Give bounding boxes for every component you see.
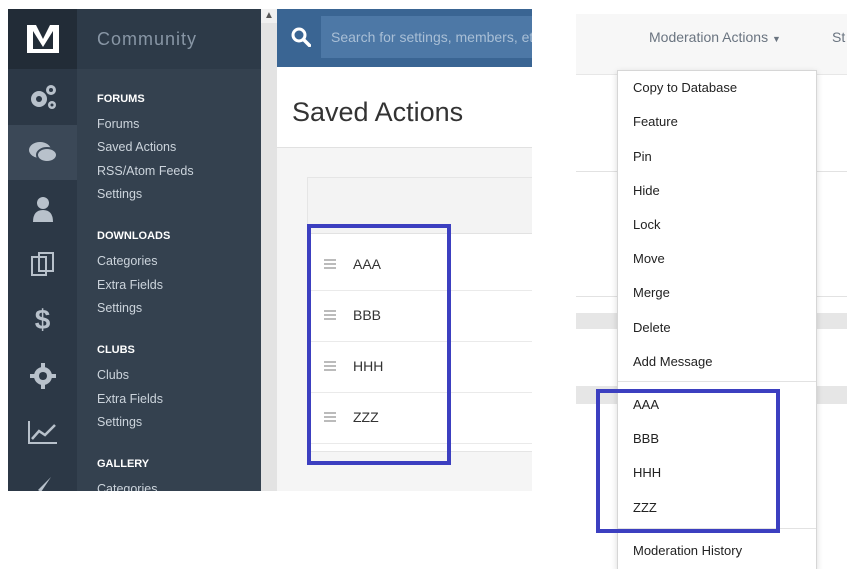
caret-down-icon: ▼: [771, 34, 781, 44]
menu-item-lock[interactable]: Lock: [633, 217, 660, 232]
section-title-forums: FORUMS: [97, 93, 145, 105]
nav-gears[interactable]: [8, 69, 77, 124]
menu-item-add-message[interactable]: Add Message: [633, 354, 713, 369]
subnav-link-gallery-categories[interactable]: Categories: [97, 482, 157, 491]
nav-system[interactable]: [8, 348, 77, 403]
topic-toolbar: Moderation Actions ▼ St: [576, 14, 847, 75]
subnav-panel: Community FORUMS Forums Saved Actions RS…: [77, 9, 261, 491]
nav-stats[interactable]: [8, 404, 77, 459]
highlight-box-saved-menu-items: [596, 389, 780, 533]
nav-content[interactable]: [8, 236, 77, 291]
icon-nav-bar: $: [8, 9, 77, 491]
subnav-link-club-settings[interactable]: Settings: [97, 415, 142, 429]
brush-icon: [37, 476, 51, 491]
subnav-link-club-extra-fields[interactable]: Extra Fields: [97, 392, 163, 406]
menu-item-copy-to-database[interactable]: Copy to Database: [633, 80, 737, 95]
nav-community[interactable]: [8, 125, 77, 180]
page-title: Saved Actions: [292, 97, 464, 127]
menu-item-pin[interactable]: Pin: [633, 149, 652, 164]
chat-icon: [28, 141, 58, 163]
subnav-title: Community: [77, 9, 261, 69]
nav-members[interactable]: [8, 181, 77, 236]
subnav-link-download-settings[interactable]: Settings: [97, 301, 142, 315]
scroll-up-arrow-icon[interactable]: ▲: [261, 9, 277, 23]
highlight-box-saved-actions: [307, 224, 451, 465]
section-title-downloads: DOWNLOADS: [97, 230, 171, 242]
logo-icon: [26, 25, 59, 53]
copy-icon: [30, 251, 54, 276]
subnav-link-download-extra-fields[interactable]: Extra Fields: [97, 278, 163, 292]
menu-item-delete[interactable]: Delete: [633, 320, 671, 335]
nav-commerce[interactable]: $: [8, 292, 77, 347]
toolbar-next-tab[interactable]: St: [832, 29, 845, 45]
moderation-actions-button[interactable]: Moderation Actions ▼: [649, 29, 781, 45]
page-header: Saved Actions: [277, 67, 532, 148]
menu-item-merge[interactable]: Merge: [633, 285, 670, 300]
subnav-link-download-categories[interactable]: Categories: [97, 254, 157, 268]
search-bar: Search for settings, members, et: [277, 9, 532, 67]
subnav-link-rss-feeds[interactable]: RSS/Atom Feeds: [97, 164, 194, 178]
subnav-link-forums[interactable]: Forums: [97, 117, 139, 131]
menu-separator: [618, 381, 816, 382]
menu-item-feature[interactable]: Feature: [633, 114, 678, 129]
dollar-icon: $: [34, 303, 51, 335]
logo[interactable]: [8, 9, 77, 69]
section-title-clubs: CLUBS: [97, 344, 135, 356]
menu-item-hide[interactable]: Hide: [633, 183, 660, 198]
search-icon[interactable]: [291, 27, 312, 52]
subnav-link-saved-actions[interactable]: Saved Actions: [97, 140, 176, 154]
menu-item-move[interactable]: Move: [633, 251, 665, 266]
menu-item-moderation-history[interactable]: Moderation History: [633, 543, 742, 558]
section-title-gallery: GALLERY: [97, 458, 150, 470]
nav-customization[interactable]: [8, 460, 77, 491]
subnav-link-forum-settings[interactable]: Settings: [97, 187, 142, 201]
subnav-link-clubs[interactable]: Clubs: [97, 368, 129, 382]
moderation-actions-label: Moderation Actions: [649, 29, 769, 45]
subnav-scrollbar[interactable]: [261, 9, 277, 491]
gears-icon: [30, 84, 56, 109]
chart-icon: [27, 420, 57, 444]
admin-panel: $ Community FORUMS Forums Saved Actions …: [8, 9, 532, 491]
search-input[interactable]: Search for settings, members, et: [321, 16, 532, 58]
gear-icon: [29, 362, 56, 389]
user-icon: [32, 196, 53, 222]
